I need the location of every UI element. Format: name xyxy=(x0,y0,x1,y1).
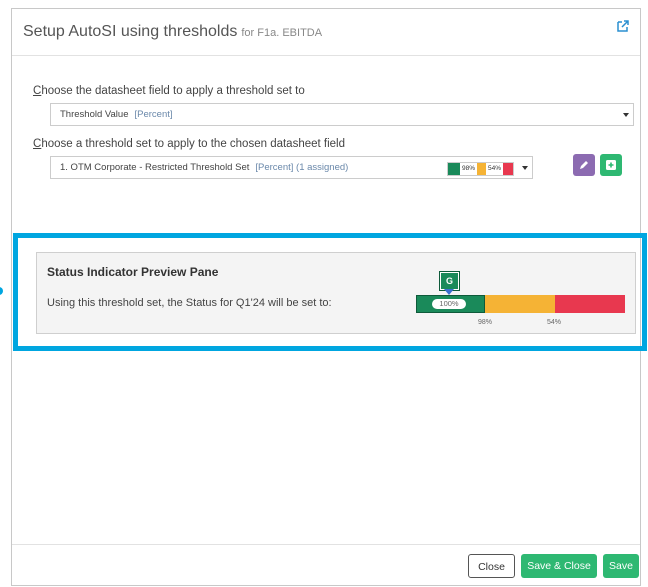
status-bar-amber xyxy=(485,295,555,313)
highlight-marker xyxy=(0,287,3,295)
field-select-unit: [Percent] xyxy=(134,109,173,120)
edit-threshold-button[interactable] xyxy=(573,154,595,176)
plus-square-icon xyxy=(606,160,616,170)
chevron-down-icon xyxy=(623,113,629,117)
status-preview-pane: Status Indicator Preview Pane Using this… xyxy=(36,252,636,334)
threshold-select-unit: [Percent] (1 assigned) xyxy=(255,162,349,173)
chevron-down-icon xyxy=(522,166,528,170)
preview-text: Using this threshold set, the Status for… xyxy=(47,297,332,309)
tick-98: 98% xyxy=(478,319,493,326)
preview-title: Status Indicator Preview Pane xyxy=(47,265,219,279)
pointer-triangle-icon xyxy=(444,289,454,295)
threshold-select-value-text: 1. OTM Corporate - Restricted Threshold … xyxy=(60,162,250,173)
dialog-subtitle: for F1a. EBITDA xyxy=(241,27,323,39)
threshold-select[interactable]: 1. OTM Corporate - Restricted Threshold … xyxy=(50,156,533,179)
status-letter-badge: G xyxy=(439,271,460,291)
chip-red xyxy=(503,163,513,175)
field-select-label: Choose the datasheet field to apply a th… xyxy=(33,85,305,97)
field-select-value: Threshold Value [Percent] xyxy=(60,109,173,120)
external-link-icon[interactable] xyxy=(616,19,630,33)
dialog-title-text: Setup AutoSI using thresholds xyxy=(23,23,238,40)
highlight-box: Status Indicator Preview Pane Using this… xyxy=(13,233,647,351)
chip-54: 54% xyxy=(485,163,503,175)
chip-98: 98% xyxy=(459,163,477,175)
add-threshold-button[interactable] xyxy=(600,154,622,176)
chip-amber xyxy=(476,163,486,175)
dialog-footer: Close Save & Close Save xyxy=(12,544,640,585)
pencil-icon xyxy=(580,161,588,169)
threshold-select-label: Choose a threshold set to apply to the c… xyxy=(33,138,345,150)
threshold-select-value: 1. OTM Corporate - Restricted Threshold … xyxy=(60,162,348,173)
tick-54: 54% xyxy=(547,319,562,326)
status-bar-red xyxy=(555,295,625,313)
field-select-value-text: Threshold Value xyxy=(60,109,129,120)
current-value-pill: 100% xyxy=(432,299,466,309)
chip-green xyxy=(447,163,460,175)
save-close-button[interactable]: Save & Close xyxy=(521,554,597,578)
dialog-header: Setup AutoSI using thresholds for F1a. EB… xyxy=(12,9,640,56)
close-button[interactable]: Close xyxy=(468,554,515,578)
dialog-title: Setup AutoSI using thresholds for F1a. EB… xyxy=(23,23,322,41)
status-bar-green: 100% xyxy=(416,295,485,313)
threshold-chips: 98% 54% xyxy=(446,162,514,176)
save-button[interactable]: Save xyxy=(603,554,639,578)
field-select[interactable]: Threshold Value [Percent] xyxy=(50,103,634,126)
